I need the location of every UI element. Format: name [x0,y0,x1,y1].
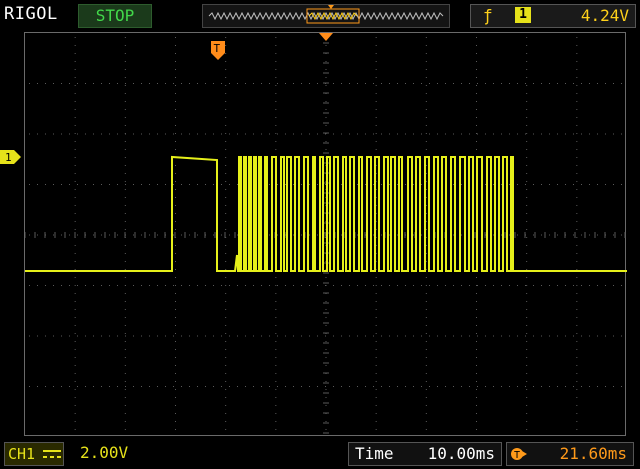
trigger-offset-setting[interactable]: T 21.60ms [506,442,634,466]
trigger-level-value: 4.24V [580,6,629,25]
timebase-setting[interactable]: Time 10.00ms [348,442,502,466]
channel-label: CH1 [8,445,36,463]
waveform-display[interactable]: T [24,32,627,436]
bottom-status-bar: CH1 2.00V Time 10.00ms T 21.60ms [0,440,640,469]
trigger-offset-value: 21.60ms [559,444,627,463]
channel-1-marker-label: 1 [5,151,12,164]
trigger-settings[interactable]: ƒ 1 4.24V [470,4,636,28]
trigger-offset-icon: T [511,448,527,461]
top-status-bar: RIGOL STOP ƒ 1 4.24V [0,0,640,28]
trigger-time-marker-label: T [214,42,221,55]
trigger-time-marker: T [211,41,225,60]
brand-logo: RIGOL [4,4,58,24]
channel-1-ground-marker[interactable]: 1 [0,150,22,164]
channel-1-waveform [25,155,627,272]
run-stop-status[interactable]: STOP [78,4,152,28]
graticule-grid [25,33,626,434]
rising-edge-icon: ƒ [483,6,493,25]
time-label: Time [355,444,394,463]
memory-overview-strip[interactable] [202,4,450,28]
trigger-center-marker [319,33,333,41]
volts-per-div[interactable]: 2.00V [80,442,128,464]
svg-text:T: T [514,450,520,461]
channel-1-settings[interactable]: CH1 [4,442,64,466]
trigger-source-badge: 1 [515,7,531,23]
dc-coupling-icon [43,450,61,458]
time-per-div: 10.00ms [427,444,495,463]
trigger-position-marker [328,5,334,9]
